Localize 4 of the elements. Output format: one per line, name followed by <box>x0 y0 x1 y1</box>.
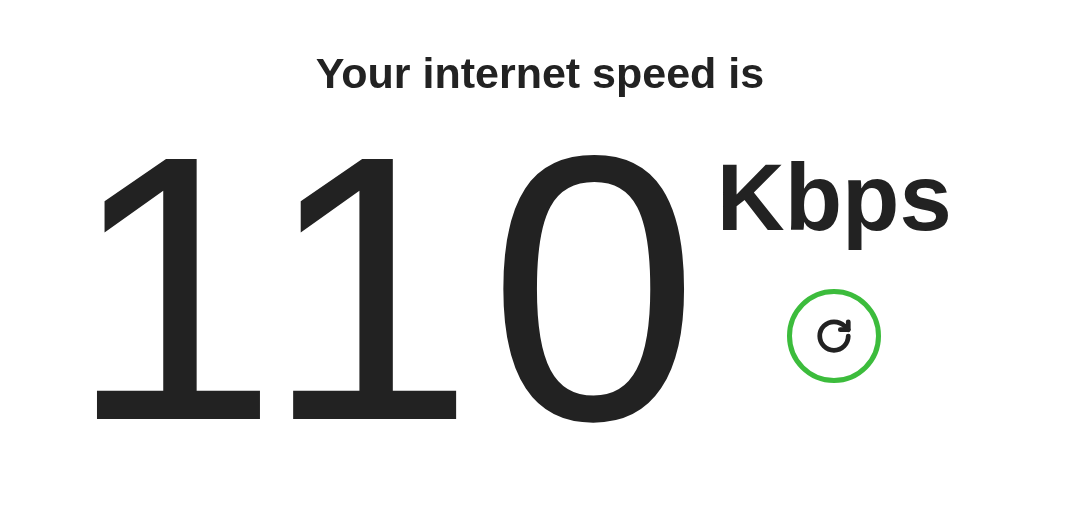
speed-unit: Kbps <box>716 144 952 252</box>
speed-value: 110 <box>68 99 713 477</box>
refresh-icon <box>815 316 854 355</box>
heading: Your internet speed is <box>315 52 765 95</box>
